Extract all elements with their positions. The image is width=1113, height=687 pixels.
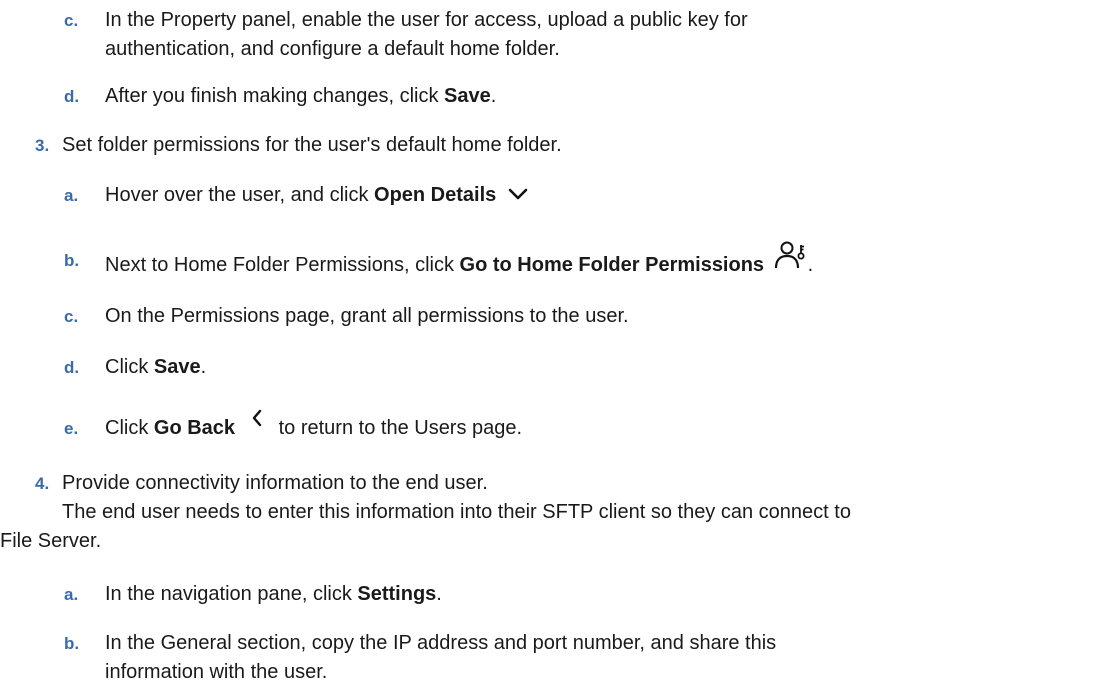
ui-label-save: Save [153,356,201,378]
chevron-left-icon [251,407,263,436]
step-3a: a. Hover over the user, and click Open D… [64,181,528,210]
step-3c: c. On the Permissions page, grant all pe… [64,302,629,331]
ui-label-go-back: Go Back [153,417,236,439]
step-2d: d. After you finish making changes, clic… [64,82,496,111]
chevron-down-icon [508,181,528,210]
step-3: 3. Set folder permissions for the user's… [35,131,562,160]
step-text-line: The end user needs to enter this informa… [62,501,851,523]
step-3b: b. Next to Home Folder Permissions, clic… [64,241,814,285]
step-text-post: . [200,356,207,378]
ui-label-settings: Settings [357,583,437,605]
step-text-post: . [807,253,814,276]
step-2c: c. In the Property panel, enable the use… [64,6,748,64]
step-4a: a. In the navigation pane, click Setting… [64,580,442,609]
step-marker: e. [64,419,79,438]
step-text: In the navigation pane, click Settings. [105,580,442,609]
step-marker: b. [64,251,80,270]
step-marker: b. [64,634,80,653]
step-text-line: File Server. [0,530,102,552]
step-3d: d. Click Save. [64,353,206,382]
step-text-line: authentication, and configure a default … [105,38,560,60]
user-key-icon [774,240,808,279]
step-text: Click Go Back to return to the Users pag… [105,410,523,443]
step-marker: d. [64,87,80,106]
step-text: After you finish making changes, click S… [105,82,496,111]
step-text-line: Provide connectivity information to the … [62,472,488,494]
step-text: Click Save. [105,353,206,382]
step-marker: c. [64,11,79,30]
step-text-pre: Click [105,356,154,378]
step-text-pre: Next to Home Folder Permissions, click [105,253,460,276]
step-text: Hover over the user, and click Open Deta… [105,181,528,210]
step-text-pre: Hover over the user, and click [105,184,375,206]
document-page: c. In the Property panel, enable the use… [0,0,1113,683]
step-text: Set folder permissions for the user's de… [62,134,562,156]
step-text: Provide connectivity information to the … [62,469,851,527]
step-text-line: In the General section, copy the IP addr… [105,632,777,654]
ui-label-open-details: Open Details [374,184,497,206]
step-4: 4. Provide connectivity information to t… [35,469,851,527]
step-text-post: . [490,85,497,107]
ui-label-go-to-home-folder-permissions: Go to Home Folder Permissions [459,253,765,276]
step-text-post: to return to the Users page. [278,417,523,439]
step-text-pre: After you finish making changes, click [105,85,445,107]
step-text: On the Permissions page, grant all permi… [105,305,629,327]
step-text-line: In the Property panel, enable the user f… [105,9,748,31]
step-text-pre: In the navigation pane, click [105,583,358,605]
step-text-pre: Click [105,417,154,439]
step-marker: c. [64,307,79,326]
step-marker: 4. [35,474,50,493]
step-text: Next to Home Folder Permissions, click G… [105,241,814,285]
step-3e: e. Click Go Back to return to the Users … [64,410,523,443]
step-text: In the Property panel, enable the user f… [105,6,748,64]
step-marker: a. [64,186,79,205]
step-text-post: . [436,583,442,605]
step-marker: d. [64,358,80,377]
step-text-line: information with the user. [105,661,328,683]
step-marker: a. [64,585,79,604]
ui-label-save: Save [444,85,491,107]
step-4b: b. In the General section, copy the IP a… [64,629,776,687]
step-text: In the General section, copy the IP addr… [105,629,776,687]
step-marker: 3. [35,136,50,155]
step-4-wrap: File Server. [0,527,101,556]
